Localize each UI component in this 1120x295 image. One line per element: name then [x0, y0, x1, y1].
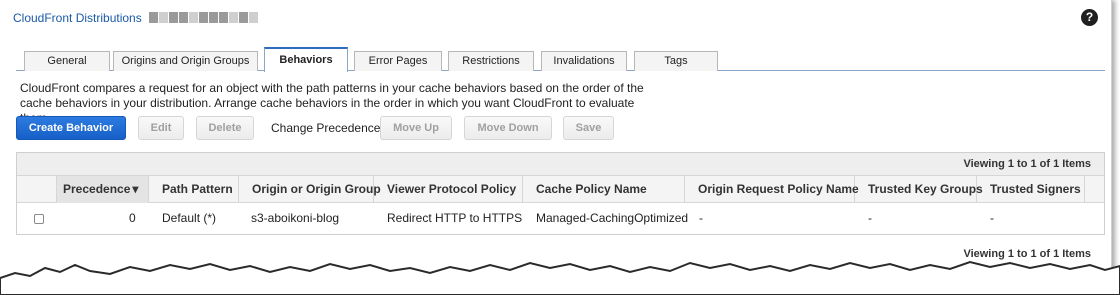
- column-header-trusted-signers[interactable]: Trusted Signers: [977, 176, 1085, 203]
- move-up-button[interactable]: Move Up: [380, 116, 452, 140]
- tab-bar: General Origins and Origin Groups Behavi…: [16, 47, 1105, 72]
- delete-button[interactable]: Delete: [196, 116, 254, 140]
- tab-behaviors[interactable]: Behaviors: [264, 47, 348, 72]
- column-header-trusted-key-groups[interactable]: Trusted Key Groups: [855, 176, 983, 203]
- breadcrumb: CloudFront Distributions: [13, 11, 259, 26]
- column-header-precedence[interactable]: Precedence ▾: [57, 176, 149, 203]
- column-header-origin-request-policy[interactable]: Origin Request Policy Name: [685, 176, 859, 203]
- tab-error-pages[interactable]: Error Pages: [354, 51, 442, 71]
- breadcrumb-distributions-link[interactable]: CloudFront Distributions: [13, 11, 142, 25]
- change-precedence-label: Change Precedence:: [271, 121, 384, 135]
- cell-viewer-protocol: Redirect HTTP to HTTPS: [387, 211, 523, 225]
- table-header: Precedence ▾ Path Pattern Origin or Origi…: [17, 176, 1104, 203]
- behaviors-table: Viewing 1 to 1 of 1 Items Precedence ▾ Pa…: [16, 152, 1105, 235]
- column-header-cache-policy[interactable]: Cache Policy Name: [523, 176, 685, 203]
- create-behavior-button[interactable]: Create Behavior: [16, 116, 126, 140]
- tab-restrictions[interactable]: Restrictions: [448, 51, 534, 71]
- column-header-path-pattern[interactable]: Path Pattern: [149, 176, 239, 203]
- cell-path-pattern: Default (*): [162, 211, 217, 225]
- table-toolbar: Viewing 1 to 1 of 1 Items: [17, 153, 1104, 176]
- sort-descending-icon: ▾: [132, 182, 139, 196]
- cell-origin: s3-aboikoni-blog: [251, 211, 340, 225]
- cell-trusted-key-groups: -: [868, 211, 872, 225]
- console-panel: CloudFront Distributions ? General Origi…: [0, 0, 1112, 295]
- column-header-origin[interactable]: Origin or Origin Group: [239, 176, 381, 203]
- tab-general[interactable]: General: [24, 51, 110, 71]
- tab-invalidations[interactable]: Invalidations: [541, 51, 627, 71]
- column-header-label: Precedence: [63, 182, 131, 196]
- torn-edge: [0, 260, 1120, 295]
- cell-origin-request-policy: -: [699, 211, 703, 225]
- help-icon[interactable]: ?: [1081, 9, 1098, 26]
- edit-button[interactable]: Edit: [138, 116, 184, 140]
- select-column-header: [17, 176, 57, 203]
- item-count: Viewing 1 to 1 of 1 Items: [963, 158, 1091, 170]
- column-header-viewer-protocol[interactable]: Viewer Protocol Policy: [374, 176, 523, 203]
- redacted-distribution-id: [149, 11, 259, 26]
- move-down-button[interactable]: Move Down: [464, 116, 552, 140]
- tab-origins[interactable]: Origins and Origin Groups: [113, 51, 258, 71]
- save-button[interactable]: Save: [563, 116, 614, 140]
- row-select-checkbox[interactable]: [34, 214, 44, 224]
- cell-cache-policy: Managed-CachingOptimized: [536, 211, 689, 225]
- tab-tags[interactable]: Tags: [634, 51, 718, 71]
- cell-precedence: 0: [129, 211, 136, 225]
- cell-trusted-signers: -: [990, 211, 994, 225]
